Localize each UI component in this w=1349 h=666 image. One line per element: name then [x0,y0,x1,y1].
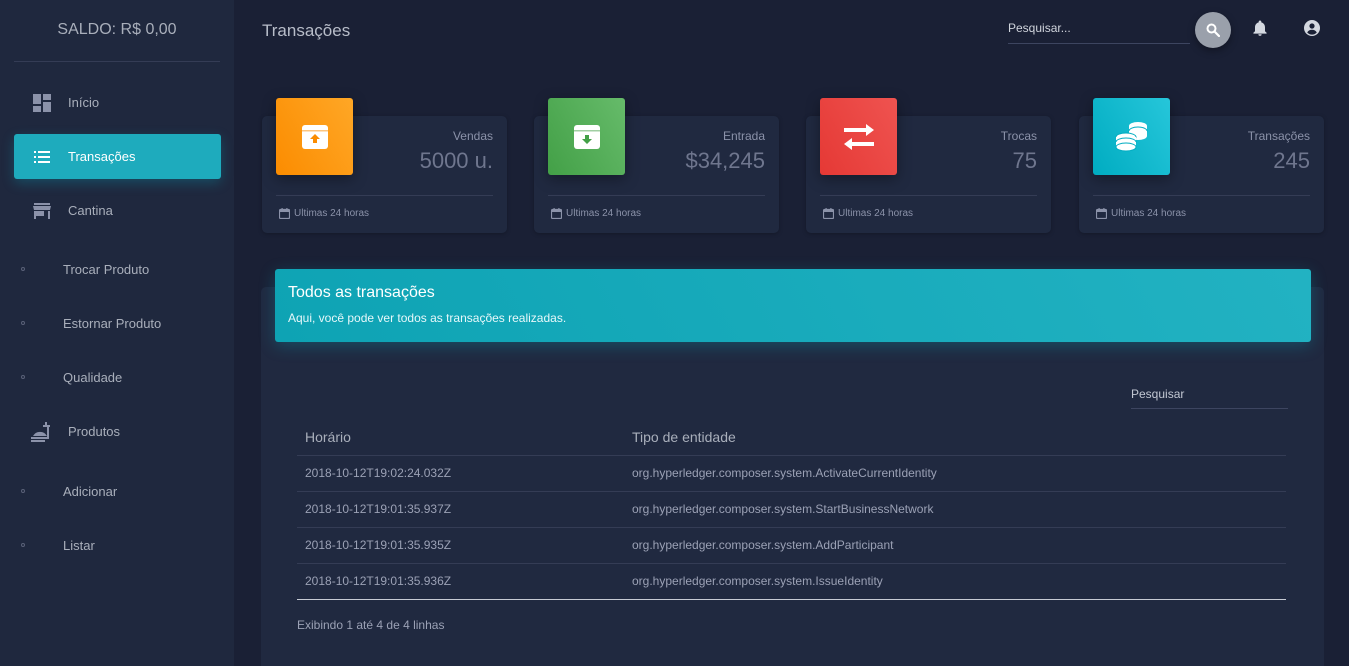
table-header-row: Horário Tipo de entidade [297,419,1286,456]
coins-icon [1115,121,1147,151]
stat-card-trocas: Trocas 75 Ultimas 24 horas [806,98,1051,233]
cell-timestamp: 2018-10-12T19:01:35.937Z [297,491,624,528]
bullet-icon [21,375,25,379]
sidebar-item-label: Listar [63,537,95,553]
stat-footer: Ultimas 24 horas [551,208,641,219]
stat-icon-box [1093,98,1170,175]
stat-category: Trocas [1000,129,1037,143]
cell-timestamp: 2018-10-12T19:01:35.935Z [297,527,624,564]
stat-divider [1093,195,1310,196]
sidebar-item-inicio[interactable]: Início [14,80,221,125]
calendar-icon [551,208,562,219]
stat-footer-text: Ultimas 24 horas [566,208,642,219]
stat-category: Transações [1247,129,1310,143]
sidebar-item-qualidade[interactable]: Qualidade [14,357,221,397]
stat-divider [820,195,1037,196]
sidebar-item-label: Trocar Produto [63,261,150,277]
cell-timestamp: 2018-10-12T19:02:24.032Z [297,455,624,492]
calendar-icon [823,208,834,219]
notifications-button[interactable] [1250,18,1270,38]
stat-value: $34,245 [685,148,765,173]
cell-timestamp: 2018-10-12T19:01:35.936Z [297,563,624,600]
stat-divider [276,195,493,196]
page-title: Transações [262,21,351,40]
stat-category: Entrada [722,129,765,143]
column-header-tipo[interactable]: Tipo de entidade [624,419,1286,456]
archive-up-icon [301,124,328,149]
stat-footer: Ultimas 24 horas [279,208,369,219]
sidebar-item-label: Produtos [68,424,121,439]
sidebar-item-label: Cantina [68,203,113,218]
stat-value: 5000 u. [419,148,493,173]
account-button[interactable] [1302,18,1322,38]
table-row: 2018-10-12T19:01:35.936Z org.hyperledger… [297,563,1286,600]
sidebar-item-adicionar[interactable]: Adicionar [14,471,221,511]
cell-entity-type: org.hyperledger.composer.system.Activate… [624,455,1286,492]
table-search-input[interactable] [1131,382,1288,406]
search-button[interactable] [1195,12,1231,48]
balance-label: SALDO: R$ 0,00 [14,0,220,62]
sidebar-item-cantina[interactable]: Cantina [14,188,221,233]
bullet-icon [21,267,25,271]
sidebar-item-label: Estornar Produto [63,315,162,331]
search-field [1008,14,1190,44]
sidebar-item-estornar-produto[interactable]: Estornar Produto [14,303,221,343]
calendar-icon [279,208,290,219]
search-icon [1206,23,1220,37]
calendar-icon [1096,208,1107,219]
list-icon [28,145,56,169]
stat-footer-text: Ultimas 24 horas [1111,208,1187,219]
cell-entity-type: org.hyperledger.composer.system.StartBus… [624,491,1286,528]
transactions-table: Horário Tipo de entidade 2018-10-12T19:0… [297,419,1286,600]
table-row: 2018-10-12T19:01:35.935Z org.hyperledger… [297,527,1286,564]
stat-card-entrada: Entrada $34,245 Ultimas 24 horas [534,98,779,233]
dashboard-icon [28,91,56,115]
stat-category: Vendas [452,129,493,143]
stat-footer-text: Ultimas 24 horas [838,208,914,219]
table-row: 2018-10-12T19:02:24.032Z org.hyperledger… [297,455,1286,492]
stat-value: 245 [1273,148,1310,173]
stat-icon-box [548,98,625,175]
notifications-icon [1253,20,1267,36]
panel-subtitle: Aqui, você pode ver todos as transações … [288,311,567,325]
table-pagination-info: Exibindo 1 até 4 de 4 linhas [297,618,445,632]
store-icon [28,199,56,223]
sidebar-item-label: Qualidade [63,369,123,385]
archive-down-icon [573,124,600,149]
sidebar-item-label: Adicionar [63,483,118,499]
stat-card-vendas: Vendas 5000 u. Ultimas 24 horas [262,98,507,233]
bullet-icon [21,543,25,547]
stat-divider [548,195,765,196]
stat-card-transacoes: Transações 245 Ultimas 24 horas [1079,98,1324,233]
stat-value: 75 [1012,148,1037,173]
sidebar-item-produtos[interactable]: Produtos [14,409,221,454]
sidebar: SALDO: R$ 0,00 Início Transações Cantina… [0,0,234,666]
table-search-field [1131,382,1288,409]
swap-icon [843,123,874,150]
table-row: 2018-10-12T19:01:35.937Z org.hyperledger… [297,491,1286,528]
sidebar-item-label: Transações [68,149,136,164]
room-service-icon [28,420,56,444]
column-header-horario[interactable]: Horário [297,419,624,456]
stat-icon-box [276,98,353,175]
sidebar-item-listar[interactable]: Listar [14,525,221,565]
panel-header: Todos as transações Aqui, você pode ver … [275,269,1311,342]
bullet-icon [21,489,25,493]
stat-footer: Ultimas 24 horas [823,208,913,219]
sidebar-item-transacoes[interactable]: Transações [14,134,221,179]
panel-title: Todos as transações [288,284,435,301]
cell-entity-type: org.hyperledger.composer.system.IssueIde… [624,563,1286,600]
stat-footer-text: Ultimas 24 horas [294,208,370,219]
stat-footer: Ultimas 24 horas [1096,208,1186,219]
stat-icon-box [820,98,897,175]
cell-entity-type: org.hyperledger.composer.system.AddParti… [624,527,1286,564]
sidebar-item-label: Início [68,95,100,110]
bullet-icon [21,321,25,325]
account-icon [1304,20,1320,36]
sidebar-item-trocar-produto[interactable]: Trocar Produto [14,249,221,289]
search-input[interactable] [1008,14,1190,42]
